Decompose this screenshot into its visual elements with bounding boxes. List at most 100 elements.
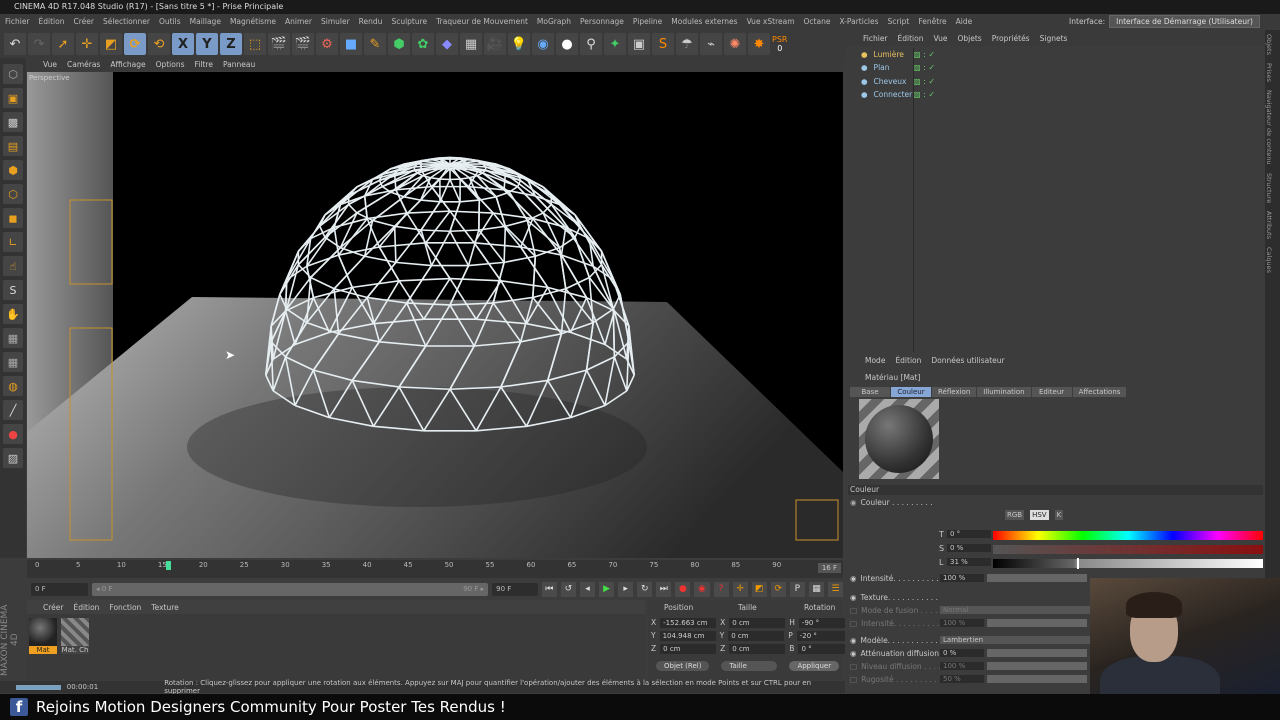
color-mode-button[interactable]: K <box>1054 510 1064 520</box>
undo-button[interactable]: ↶ <box>4 33 26 55</box>
key-param-button[interactable]: P <box>789 581 805 597</box>
side-tab[interactable]: Calques <box>1265 243 1273 277</box>
menu-item-6[interactable]: Magnétisme <box>230 17 276 26</box>
object-row[interactable]: ● Lumière ▨ : ✓ <box>861 50 1261 59</box>
property-slider[interactable] <box>987 662 1087 670</box>
property-value[interactable]: 50 % <box>940 675 984 683</box>
menu-item-11[interactable]: Traqueur de Mouvement <box>436 17 528 26</box>
menu-item-12[interactable]: MoGraph <box>537 17 571 26</box>
hsl-field[interactable]: 0 ° <box>947 530 991 538</box>
tweak-mode-button[interactable]: ☝ <box>3 256 23 276</box>
menu-item-1[interactable]: Édition <box>39 17 65 26</box>
key-pla-button[interactable]: ▦ <box>808 581 824 597</box>
xp-s-button[interactable]: S <box>652 33 674 55</box>
property-value[interactable]: 100 % <box>940 574 984 582</box>
menu-item-4[interactable]: Outils <box>159 17 181 26</box>
saturation-slider[interactable] <box>993 545 1263 554</box>
workplane-lock-button[interactable]: ▦ <box>3 328 23 348</box>
menu-item-21[interactable]: Aide <box>956 17 973 26</box>
side-tab[interactable]: Prises <box>1265 59 1273 86</box>
color-mode-button[interactable]: HSV <box>1030 510 1049 520</box>
move-tool-button[interactable]: ✛ <box>76 33 98 55</box>
menu-item-14[interactable]: Pipeline <box>633 17 662 26</box>
render-view-button[interactable]: 🎬 <box>268 33 290 55</box>
object-menu-item-2[interactable]: Vue <box>933 34 947 43</box>
object-menu-item-0[interactable]: Fichier <box>863 34 888 43</box>
property-slider[interactable] <box>987 649 1087 657</box>
material-mat-ch[interactable]: Mat. Ch <box>61 618 89 656</box>
property-row[interactable]: □ Rugosité . . . . . . . . . <box>850 675 937 684</box>
array-button[interactable]: ✿ <box>412 33 434 55</box>
apply-button[interactable]: Appliquer <box>789 661 840 671</box>
material-menu-item-1[interactable]: Édition <box>73 603 99 612</box>
menu-item-19[interactable]: Script <box>888 17 910 26</box>
object-menu-item-4[interactable]: Propriétés <box>992 34 1030 43</box>
make-editable-button[interactable]: ⬡ <box>3 64 23 84</box>
camera-button[interactable]: 🎥 <box>484 33 506 55</box>
tab-0[interactable]: Base <box>850 387 890 397</box>
property-row[interactable]: ◉ Texture. . . . . . . . . . . <box>850 593 938 602</box>
tab-1[interactable]: Couleur <box>891 387 931 397</box>
xp-emitter-button[interactable]: ✦ <box>604 33 626 55</box>
coordinate-system-button[interactable]: ⬚ <box>244 33 266 55</box>
scale-tool-button[interactable]: ◩ <box>100 33 122 55</box>
go-to-end-button[interactable]: ⏭ <box>656 581 672 597</box>
previous-frame-button[interactable]: ◂ <box>579 581 596 597</box>
visibility-checkmark-icon[interactable]: ▨ : ✓ <box>913 63 935 72</box>
deformer-button[interactable]: ◆ <box>436 33 458 55</box>
object-menu-item-1[interactable]: Édition <box>898 34 924 43</box>
xp-explode-button[interactable]: ✸ <box>748 33 770 55</box>
menu-item-9[interactable]: Rendu <box>359 17 383 26</box>
light-button[interactable]: 💡 <box>508 33 530 55</box>
xp-collider-button[interactable]: ✺ <box>724 33 746 55</box>
menu-item-2[interactable]: Créer <box>73 17 93 26</box>
hsl-field[interactable]: 31 % <box>947 558 991 566</box>
axis-mode-button[interactable]: ∟ <box>3 232 23 252</box>
side-tab[interactable]: Structure <box>1265 169 1273 207</box>
recent-tool-button[interactable]: ⟲ <box>148 33 170 55</box>
coord-field-p[interactable]: 104.948 cm <box>659 631 716 641</box>
record-button[interactable]: ● <box>675 581 691 597</box>
viewport-menu-item-4[interactable]: Filtre <box>195 60 213 69</box>
xp-paint-button[interactable]: ● <box>3 424 23 444</box>
render-picture-viewer-button[interactable]: 🎬 <box>292 33 314 55</box>
preview-range-slider[interactable]: ◂ 0 F 90 F ▸ <box>91 582 489 596</box>
redo-button[interactable]: ↷ <box>28 33 50 55</box>
xparticles-button[interactable]: ⚲ <box>580 33 602 55</box>
property-value[interactable]: 0 % <box>940 649 984 657</box>
material-menu-item-3[interactable]: Texture <box>151 603 178 612</box>
property-slider[interactable] <box>987 619 1087 627</box>
grid-button[interactable]: ▦ <box>3 352 23 372</box>
property-value[interactable]: 100 % <box>940 619 984 627</box>
side-tab[interactable]: Attributs <box>1265 207 1273 243</box>
snap-button[interactable]: S <box>3 280 23 300</box>
side-tab[interactable]: Navigateur de contenu <box>1265 86 1273 169</box>
interface-dropdown[interactable]: Interface de Démarrage (Utilisateur) <box>1109 15 1260 28</box>
timeline-ruler[interactable]: 0 5 10 15 20 25 30 35 40 45 50 55 60 65 70 75 80 85 90 16 … <box>27 560 843 578</box>
property-slider[interactable] <box>987 574 1087 582</box>
object-menu-item-5[interactable]: Signets <box>1040 34 1068 43</box>
property-row[interactable]: ◉ Atténuation diffusion <box>850 649 939 658</box>
workplane-button[interactable]: ▤ <box>3 136 23 156</box>
menu-item-15[interactable]: Modules externes <box>671 17 737 26</box>
octane-button[interactable]: ◉ <box>532 33 554 55</box>
menu-item-5[interactable]: Maillage <box>190 17 221 26</box>
coord-field-p[interactable]: 0 cm <box>660 644 717 654</box>
playhead[interactable] <box>166 561 172 570</box>
menu-item-16[interactable]: Vue xStream <box>747 17 795 26</box>
paint-button[interactable]: ✋ <box>3 304 23 324</box>
axis-x-button[interactable]: X <box>172 33 194 55</box>
property-row[interactable]: □ Niveau diffusion . . . . <box>850 662 941 671</box>
property-value[interactable]: Lambertien <box>940 636 1090 644</box>
viewport-menu-item-3[interactable]: Options <box>156 60 185 69</box>
timeline-button[interactable]: ☰ <box>827 581 844 597</box>
cube-button[interactable]: ■ <box>340 33 362 55</box>
viewport-menu-item-0[interactable]: Vue <box>43 60 57 69</box>
tab-5[interactable]: Affectations <box>1072 387 1127 397</box>
attribute-menu-item-0[interactable]: Mode <box>865 356 885 365</box>
floor-button[interactable]: ▦ <box>460 33 482 55</box>
tab-4[interactable]: Editeur <box>1031 387 1072 397</box>
coord-field-p[interactable]: -152.663 cm <box>660 618 717 628</box>
viewport-menu-item-5[interactable]: Panneau <box>223 60 255 69</box>
next-frame-button[interactable]: ▸ <box>618 581 634 597</box>
